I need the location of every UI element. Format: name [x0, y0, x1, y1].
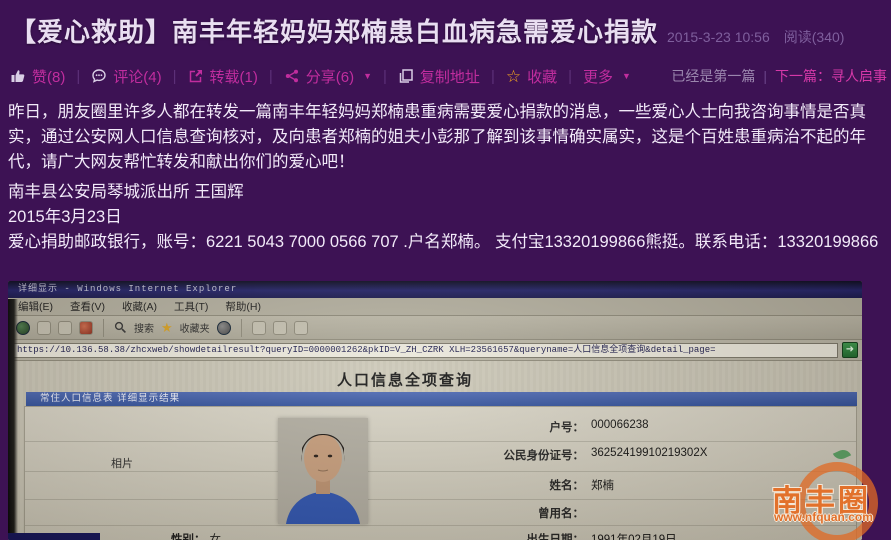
home-icon: [79, 321, 93, 335]
copy-link-button[interactable]: 复制地址: [398, 66, 480, 87]
post-meta: 2015-3-23 10:56 阅读(340): [667, 27, 858, 47]
favorite-label: 收藏: [527, 66, 557, 87]
menu-edit: 编辑(E): [18, 301, 53, 313]
field-row: 曾用名：: [25, 505, 856, 523]
article-date: 2015年3月23日: [8, 205, 886, 230]
query-result-page: 人口信息全项查询 常住人口信息表 详细显示结果 相片: [8, 361, 862, 540]
post-date: 2015-3-23 10:56: [667, 29, 770, 45]
search-label: 搜索: [134, 320, 154, 335]
copy-icon: [398, 68, 414, 84]
comment-icon: [91, 68, 107, 84]
favorite-button[interactable]: ☆ 收藏: [506, 66, 557, 87]
field-row: 公民身份证号： 36252419910219302X: [25, 447, 856, 465]
ie-toolbar: 搜索 ★ 收藏夹: [8, 316, 862, 340]
toolbar-separator: [103, 319, 104, 337]
share-button[interactable]: 分享(6) ▼: [284, 66, 372, 87]
page-icon: [37, 321, 51, 335]
toolbar-divider: |: [568, 68, 572, 85]
repost-icon: [188, 68, 204, 84]
field-value: 郑楠: [591, 477, 614, 493]
person-info-form: 相片 户号： 000066238 公民身份证号： 36: [24, 406, 857, 540]
query-page-title: 人口信息全项查询: [8, 369, 802, 390]
article-donation-info: 爱心捐助邮政银行，账号：6221 5043 7000 0566 707 .户名郑…: [8, 230, 886, 255]
toolbar-divider: |: [76, 68, 80, 85]
ie-window-titlebar: 详细显示 - Windows Internet Explorer: [8, 281, 862, 298]
like-label: 赞(8): [32, 66, 65, 87]
menu-help: 帮助(H): [225, 301, 261, 313]
ie-address-bar: https://10.136.58.38/zhcxweb/showdetailr…: [8, 340, 862, 361]
gender-value: 女: [210, 534, 222, 540]
attached-photo[interactable]: 详细显示 - Windows Internet Explorer 编辑(E) 查看…: [8, 281, 862, 540]
row-divider: [25, 525, 856, 526]
ie-menubar: 编辑(E) 查看(V) 收藏(A) 工具(T) 帮助(H): [8, 298, 862, 316]
printer-icon: [273, 321, 287, 335]
like-button[interactable]: 赞(8): [10, 66, 65, 87]
article-paragraph: 昨日，朋友圈里许多人都在转发一篇南丰年轻妈妈郑楠患重病需要爱心捐款的消息，一些爱…: [8, 100, 886, 175]
share-icon: [284, 68, 300, 84]
go-arrow-icon: ➜: [842, 342, 858, 358]
toolbar-divider: |: [269, 68, 273, 85]
address-input: https://10.136.58.38/zhcxweb/showdetailr…: [12, 343, 838, 358]
post-navigation: 已经是第一篇 | 下一篇：寻人启事: [671, 66, 887, 86]
toolbar-divider: |: [491, 68, 495, 85]
more-label: 更多: [583, 66, 613, 87]
menu-view: 查看(V): [70, 301, 105, 313]
field-value: 36252419910219302X: [591, 447, 707, 459]
star-icon: ☆: [506, 68, 521, 85]
read-count: 阅读(340): [784, 29, 845, 45]
field-row: 出生日期： 1991年02月19日: [25, 531, 856, 540]
page2-icon: [294, 321, 308, 335]
field-label: 出生日期：: [364, 531, 584, 540]
page-title: 【爱心救助】南丰年轻妈妈郑楠患白血病急需爱心捐款: [10, 12, 660, 49]
nav-divider: |: [763, 68, 767, 84]
field-value: 000066238: [591, 419, 649, 431]
gender-field: 性别： 女: [171, 531, 221, 540]
field-label: 姓名：: [364, 477, 584, 493]
row-divider: [25, 471, 856, 472]
stop-icon: [217, 321, 231, 335]
toolbar-separator: [241, 319, 242, 337]
more-dropdown-caret-icon: ▼: [622, 71, 631, 81]
page-icon: [58, 321, 72, 335]
section-header-bar: 常住人口信息表 详细显示结果: [26, 392, 857, 406]
comment-label: 评论(4): [113, 66, 161, 87]
thumbs-up-icon: [10, 68, 26, 84]
photo-bottom-edge: [8, 533, 100, 540]
field-label: 曾用名：: [364, 505, 584, 521]
copy-link-label: 复制地址: [420, 66, 480, 87]
article-signature: 南丰县公安局琴城派出所 王国辉: [8, 180, 886, 205]
search-icon: [114, 321, 127, 334]
field-label: 公民身份证号：: [364, 447, 584, 463]
comment-button[interactable]: 评论(4): [91, 66, 161, 87]
row-divider: [25, 441, 856, 442]
repost-button[interactable]: 转载(1): [188, 66, 258, 87]
repost-label: 转载(1): [210, 66, 258, 87]
row-divider: [25, 499, 856, 500]
action-toolbar: 赞(8) | 评论(4) | 转载(1) | 分享(6) ▼ | 复制地址 | …: [10, 60, 887, 92]
favorites-star-icon: ★: [161, 321, 173, 334]
share-label: 分享(6): [306, 66, 354, 87]
monitor-bezel-shadow: [8, 299, 18, 540]
favorites-label: 收藏夹: [180, 320, 210, 335]
more-button[interactable]: 更多 ▼: [583, 66, 631, 87]
article-body: 昨日，朋友圈里许多人都在转发一篇南丰年轻妈妈郑楠患重病需要爱心捐款的消息，一些爱…: [8, 100, 886, 255]
toolbar-divider: |: [173, 68, 177, 85]
home2-icon: [252, 321, 266, 335]
field-row: 户号： 000066238: [25, 419, 856, 437]
field-row: 姓名： 郑楠: [25, 477, 856, 495]
next-post-link[interactable]: 下一篇：寻人启事: [775, 66, 887, 86]
field-value: 1991年02月19日: [591, 531, 677, 540]
menu-tools: 工具(T): [174, 301, 208, 313]
gender-label: 性别：: [171, 534, 206, 540]
first-post-indicator: 已经是第一篇: [671, 66, 755, 86]
menu-favorites: 收藏(A): [122, 301, 157, 313]
field-label: 户号：: [364, 419, 584, 435]
share-dropdown-caret-icon[interactable]: ▼: [363, 71, 372, 81]
toolbar-divider: |: [383, 68, 387, 85]
back-icon: [16, 321, 30, 335]
